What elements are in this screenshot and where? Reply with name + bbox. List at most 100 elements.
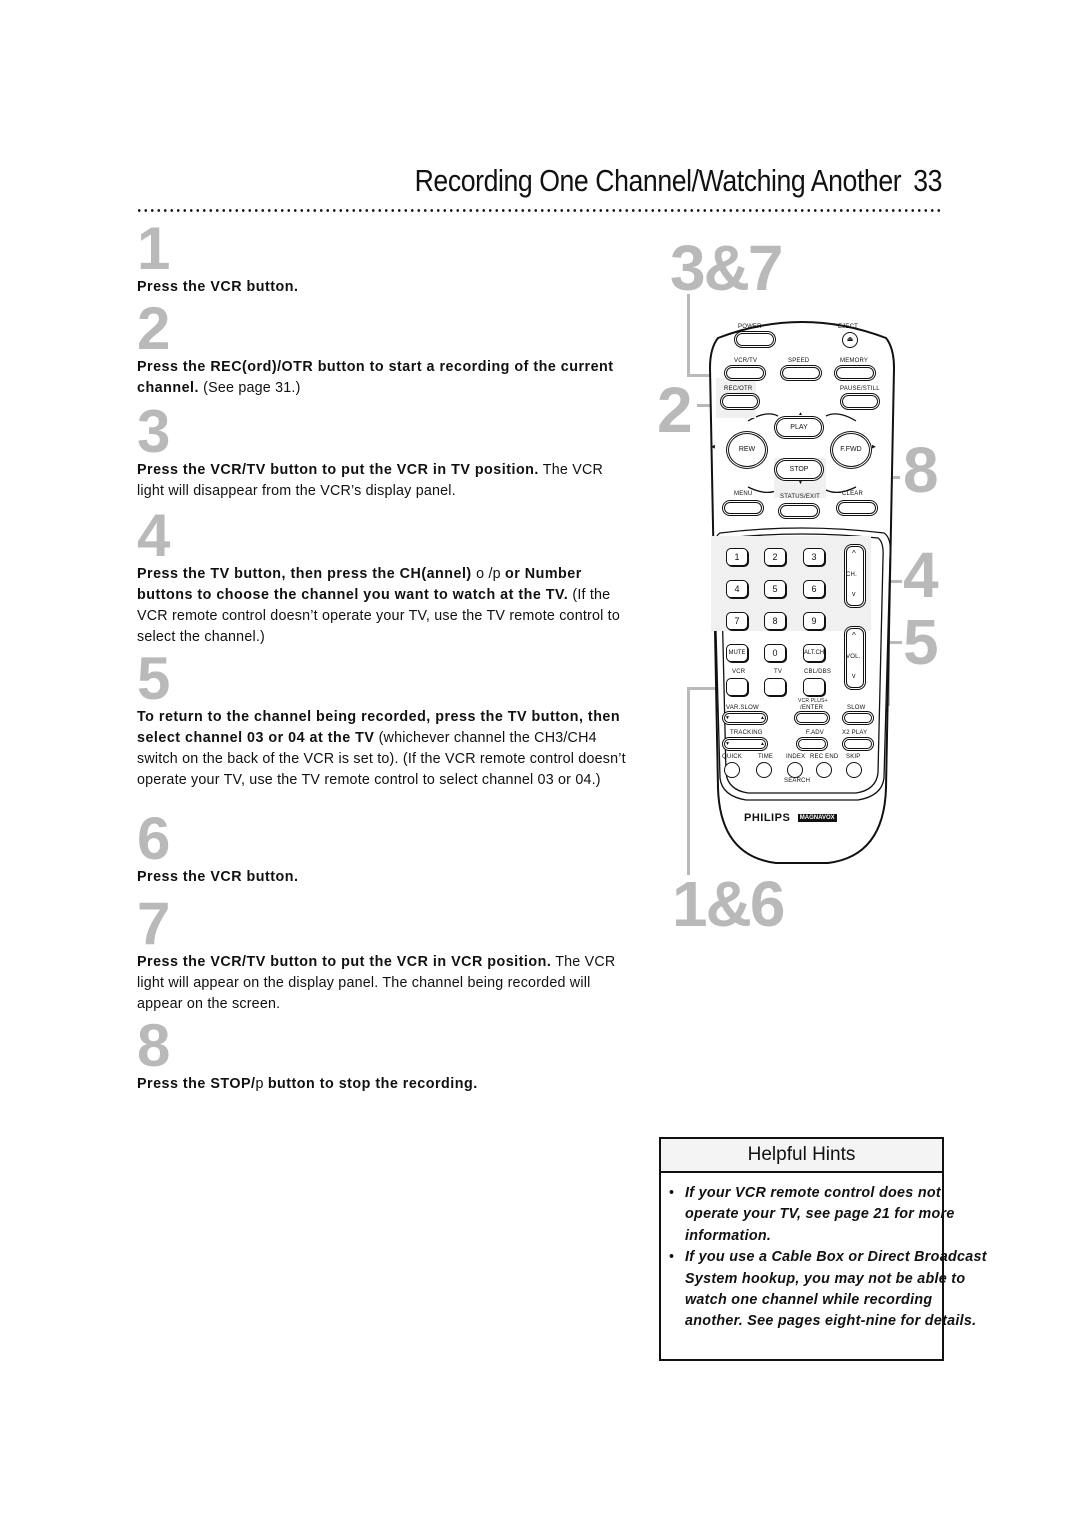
step-instruction-cont: button to stop the recording. — [267, 1076, 478, 1092]
step-8: 8 Press the STOP/p button to stop the re… — [137, 1012, 627, 1095]
step-text: Press the STOP/p button to stop the reco… — [137, 1074, 627, 1095]
step-number: 7 — [137, 890, 170, 957]
clear-button[interactable] — [838, 502, 876, 514]
step-1: 1 Press the VCR button. — [137, 219, 627, 298]
page-title: Recording One Channel/Watching Another 33 — [132, 163, 943, 199]
tracking-button[interactable]: ▼ ▲ — [724, 739, 766, 749]
label-vcr: VCR — [732, 669, 746, 675]
rew-button[interactable]: REW — [728, 433, 766, 467]
stop-button[interactable]: STOP — [776, 460, 822, 479]
label-pause-still: PAUSE/STILL — [840, 386, 880, 392]
label-rec-otr: REC/OTR — [724, 386, 753, 392]
eject-button[interactable]: ⏏ — [842, 332, 858, 348]
step-instruction: Press the VCR button. — [137, 869, 299, 885]
philips-logo: PHILIPS — [744, 812, 791, 824]
hints-list: If your VCR remote control does not oper… — [661, 1173, 989, 1333]
chevron-up-icon: ^ — [852, 631, 856, 640]
right-arrow-icon: ▶ — [872, 444, 877, 450]
dotted-rule — [136, 209, 942, 212]
rec-end-button[interactable] — [816, 762, 832, 778]
step-5: 5 To return to the channel being recorde… — [137, 649, 627, 791]
cbl-dbs-button[interactable] — [803, 678, 825, 696]
remote-control: POWER EJECT ⏏ VCR/TV SPEED MEMORY REC/OT… — [708, 308, 896, 866]
key-0[interactable]: 0 — [764, 644, 786, 662]
step-2: 2 Press the REC(ord)/OTR button to start… — [137, 295, 627, 399]
stop-arrow-symbol: p — [255, 1076, 268, 1092]
label-clear: CLEAR — [842, 491, 864, 497]
time-button[interactable] — [756, 762, 772, 778]
up-arrow-icon: ▲ — [760, 741, 765, 747]
callout-8: 8 — [903, 434, 939, 506]
pause-still-button[interactable] — [842, 395, 878, 408]
status-exit-button[interactable] — [780, 505, 818, 517]
step-text: Press the VCR/TV button to put the VCR i… — [137, 460, 627, 502]
tv-button[interactable] — [764, 678, 786, 696]
label-eject: EJECT — [838, 324, 859, 330]
key-9[interactable]: 9 — [803, 612, 825, 630]
key-2[interactable]: 2 — [764, 548, 786, 566]
f-adv-button[interactable] — [798, 739, 826, 749]
speed-button[interactable] — [782, 367, 820, 379]
ffwd-button[interactable]: F.FWD — [832, 433, 870, 467]
key-4[interactable]: 4 — [726, 580, 748, 598]
step-number: 8 — [137, 1012, 170, 1079]
label-index: INDEX — [786, 754, 806, 760]
leader-line — [687, 294, 690, 376]
label-time: TIME — [758, 754, 774, 760]
menu-button[interactable] — [724, 502, 762, 514]
x2-play-button[interactable] — [844, 739, 872, 749]
skip-button[interactable] — [846, 762, 862, 778]
step-text: To return to the channel being recorded,… — [137, 707, 627, 791]
vcr-button[interactable] — [726, 678, 748, 696]
key-3[interactable]: 3 — [803, 548, 825, 566]
vcr-plus-enter-button[interactable] — [796, 713, 828, 723]
key-1[interactable]: 1 — [726, 548, 748, 566]
step-note: (See page 31.) — [199, 380, 301, 396]
label-x2-play: X2 PLAY — [842, 730, 868, 736]
step-number: 2 — [137, 295, 170, 362]
chevron-down-icon: v — [852, 591, 856, 598]
key-6[interactable]: 6 — [803, 580, 825, 598]
channel-rocker[interactable]: ^ CH. v — [846, 546, 864, 606]
step-number: 3 — [137, 398, 170, 465]
callout-5: 5 — [903, 606, 939, 678]
key-5[interactable]: 5 — [764, 580, 786, 598]
brand-logos: PHILIPS MAGNAVOX — [744, 808, 837, 826]
magnavox-logo: MAGNAVOX — [797, 814, 837, 822]
step-number: 4 — [137, 502, 170, 569]
down-arrow-icon: ▼ — [725, 741, 730, 747]
label-menu: MENU — [734, 491, 753, 497]
volume-rocker[interactable]: ^ VOL. v — [846, 628, 864, 688]
step-instruction: Press the TV button, then press the CH(a… — [137, 566, 477, 582]
quick-button[interactable] — [724, 762, 740, 778]
chevron-up-icon: ^ — [852, 549, 856, 558]
label-tracking: TRACKING — [730, 730, 763, 736]
play-button[interactable]: PLAY — [776, 418, 822, 437]
label-vol: VOL. — [846, 654, 861, 660]
vcr-tv-button[interactable] — [726, 367, 764, 379]
label-search: SEARCH — [784, 778, 811, 784]
label-var-slow: VAR.SLOW — [726, 705, 759, 711]
var-slow-button[interactable]: ▼ ▲ — [724, 713, 766, 723]
label-tv: TV — [774, 669, 783, 675]
power-button[interactable] — [736, 333, 774, 346]
up-arrow-icon: ▲ — [760, 715, 765, 721]
label-status-exit: STATUS/EXIT — [780, 494, 820, 500]
alt-ch-button[interactable]: ALT.CH — [803, 644, 825, 662]
key-8[interactable]: 8 — [764, 612, 786, 630]
index-button[interactable] — [787, 762, 803, 778]
label-enter: /ENTER — [800, 705, 824, 711]
slow-button[interactable] — [844, 713, 872, 723]
step-text: Press the VCR/TV button to put the VCR i… — [137, 952, 627, 1015]
label-f-adv: F.ADV — [806, 730, 825, 736]
step-instruction: Press the VCR button. — [137, 279, 299, 295]
down-arrow-icon: ▼ — [725, 715, 730, 721]
page-number: 33 — [913, 163, 942, 198]
memory-button[interactable] — [836, 367, 874, 379]
mute-button[interactable]: MUTE — [726, 644, 748, 662]
leader-line — [687, 687, 690, 875]
label-memory: MEMORY — [840, 358, 869, 364]
rec-otr-button[interactable] — [722, 395, 758, 408]
step-instruction: Press the VCR/TV button to put the VCR i… — [137, 954, 552, 970]
key-7[interactable]: 7 — [726, 612, 748, 630]
